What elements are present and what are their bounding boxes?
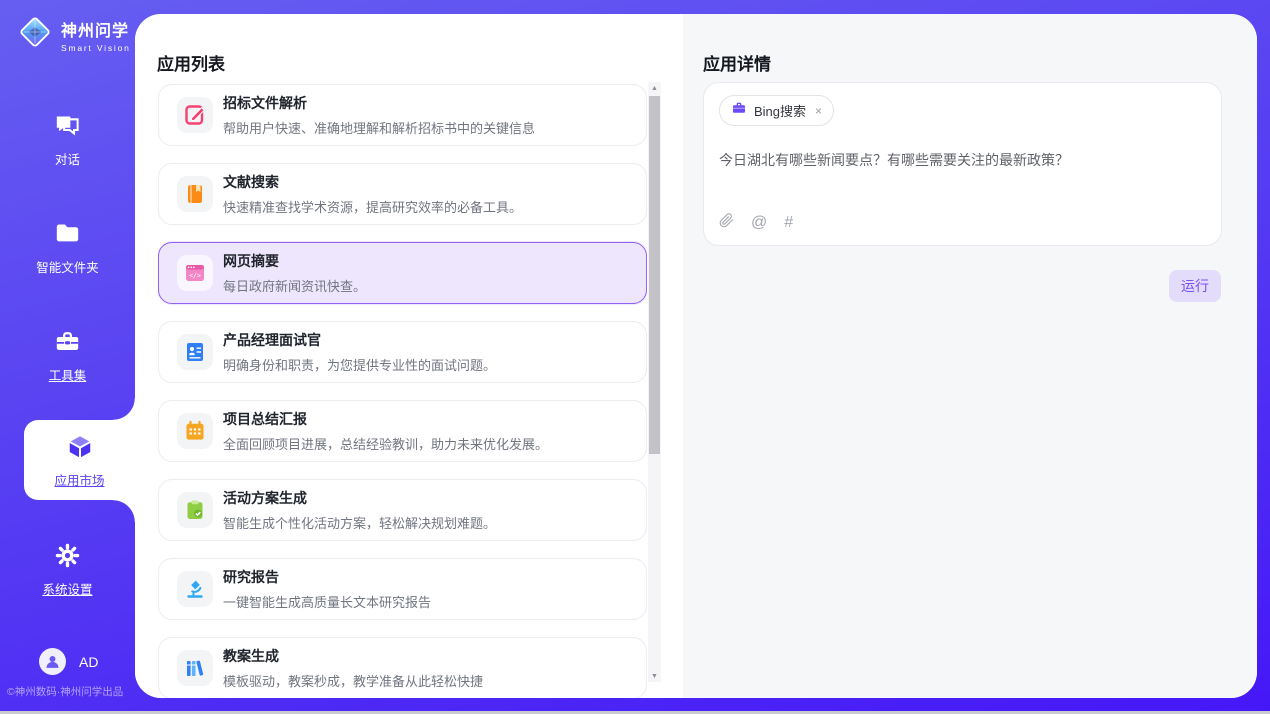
app-card-title: 活动方案生成 [223,488,496,508]
brand-tagline: Smart Vision [61,43,131,53]
at-sign-icon[interactable]: @ [751,215,767,231]
user-account[interactable]: AD [39,648,98,675]
app-card-description: 模板驱动，教案秒成，教学准备从此轻松快捷 [223,671,483,690]
folder-icon [54,234,81,251]
sidebar-item-label: 工具集 [0,365,135,384]
diamond-logo-icon [16,13,54,56]
prompt-input[interactable]: 今日湖北有哪些新闻要点？有哪些需要关注的最新政策？ [719,150,1206,170]
scrollbar-down-arrow[interactable]: ▼ [648,670,661,682]
sidebar-item-label: 系统设置 [0,579,135,598]
brand-logo: 神州问学 Smart Vision [16,13,131,56]
sidebar-item-settings[interactable]: 系统设置 [0,542,135,598]
app-card-event-plan[interactable]: 活动方案生成 智能生成个性化活动方案，轻松解决规划难题。 [158,479,647,541]
app-card-title: 招标文件解析 [223,93,535,113]
app-list-title: 应用列表 [157,50,225,75]
run-button[interactable]: 运行 [1169,270,1221,302]
hash-icon[interactable]: # [784,215,793,231]
brand-text: 神州问学 Smart Vision [61,17,131,53]
app-card-title: 研究报告 [223,567,431,587]
app-card-description: 一键智能生成高质量长文本研究报告 [223,592,431,611]
app-card-description: 智能生成个性化活动方案，轻松解决规划难题。 [223,513,496,532]
app-card-web-summary[interactable]: </> 网页摘要 每日政府新闻资讯快查。 [158,242,647,304]
app-card-title: 教案生成 [223,646,483,666]
scrollbar-up-arrow[interactable]: ▲ [648,82,661,94]
app-card-lesson-plan[interactable]: 教案生成 模板驱动，教案秒成，教学准备从此轻松快捷 [158,637,647,698]
app-card-title: 产品经理面试官 [223,330,496,350]
browser-code-icon: </> [177,255,213,291]
sidebar-item-smart-folder[interactable]: 智能文件夹 [0,220,135,276]
document-edit-icon [177,97,213,133]
brand-name: 神州问学 [61,23,129,40]
cube-icon [65,449,95,466]
app-card-title: 文献搜索 [223,172,522,192]
app-card-research-report[interactable]: 研究报告 一键智能生成高质量长文本研究报告 [158,558,647,620]
app-card-project-summary[interactable]: 项目总结汇报 全面回顾项目进展，总结经验教训，助力未来优化发展。 [158,400,647,462]
svg-text:</>: </> [189,271,201,279]
briefcase-icon [731,100,747,121]
sidebar-item-label: 对话 [0,149,135,168]
avatar [39,648,66,675]
sidebar-item-label: 智能文件夹 [0,257,135,276]
app-card-title: 项目总结汇报 [223,409,548,429]
app-card-literature-search[interactable]: 文献搜索 快速精准查找学术资源，提高研究效率的必备工具。 [158,163,647,225]
clipboard-check-icon [177,492,213,528]
main-content: 应用列表 招标文件解析 帮助用户快速、准确地理解和解析招标书中的关键信息 [135,14,1257,698]
app-card-description: 全面回顾项目进展，总结经验教训，助力未来优化发展。 [223,434,548,453]
books-icon [177,650,213,686]
scrollbar-thumb[interactable] [649,96,660,454]
resume-icon [177,334,213,370]
app-card-bid-document-analysis[interactable]: 招标文件解析 帮助用户快速、准确地理解和解析招标书中的关键信息 [158,84,647,146]
close-icon[interactable]: × [815,104,822,118]
sidebar-item-toolset[interactable]: 工具集 [0,328,135,384]
sidebar-item-label: 应用市场 [24,470,135,489]
paperclip-icon[interactable] [719,212,734,234]
calendar-icon [177,413,213,449]
list-scrollbar[interactable]: ▲ ▼ [648,82,661,682]
tool-chip-bing-search[interactable]: Bing搜索 × [719,95,834,126]
app-window: 神州问学 Smart Vision 对话 智能文件夹 [0,0,1270,714]
tool-chip-label: Bing搜索 [754,101,806,120]
book-icon [177,176,213,212]
attachment-toolbar: @ # [719,212,793,234]
app-card-title: 网页摘要 [223,251,366,271]
app-card-list: 招标文件解析 帮助用户快速、准确地理解和解析招标书中的关键信息 文献搜索 [158,84,647,698]
toolbox-icon [54,342,81,359]
app-card-description: 每日政府新闻资讯快查。 [223,276,366,295]
app-card-description: 快速精准查找学术资源，提高研究效率的必备工具。 [223,197,522,216]
gear-icon [54,556,81,573]
sidebar: 神州问学 Smart Vision 对话 智能文件夹 [0,0,135,714]
app-detail-panel: 应用详情 Bing搜索 × 今日湖北有哪些新闻要点？有哪些需要关注的最新政策？ [683,14,1257,698]
app-detail-title: 应用详情 [703,50,771,75]
chat-icon [54,126,81,143]
app-card-description: 帮助用户快速、准确地理解和解析招标书中的关键信息 [223,118,535,137]
microscope-icon [177,571,213,607]
app-card-pm-interviewer[interactable]: 产品经理面试官 明确身份和职责，为您提供专业性的面试问题。 [158,321,647,383]
prompt-card: Bing搜索 × 今日湖北有哪些新闻要点？有哪些需要关注的最新政策？ @ # [703,82,1222,246]
app-card-description: 明确身份和职责，为您提供专业性的面试问题。 [223,355,496,374]
sidebar-item-chat[interactable]: 对话 [0,112,135,168]
copyright-text: ©神州数码·神州问学出品 [7,684,135,699]
app-list-panel: 应用列表 招标文件解析 帮助用户快速、准确地理解和解析招标书中的关键信息 [135,14,683,698]
sidebar-item-app-market[interactable]: 应用市场 [24,420,135,500]
user-initials: AD [79,654,98,670]
